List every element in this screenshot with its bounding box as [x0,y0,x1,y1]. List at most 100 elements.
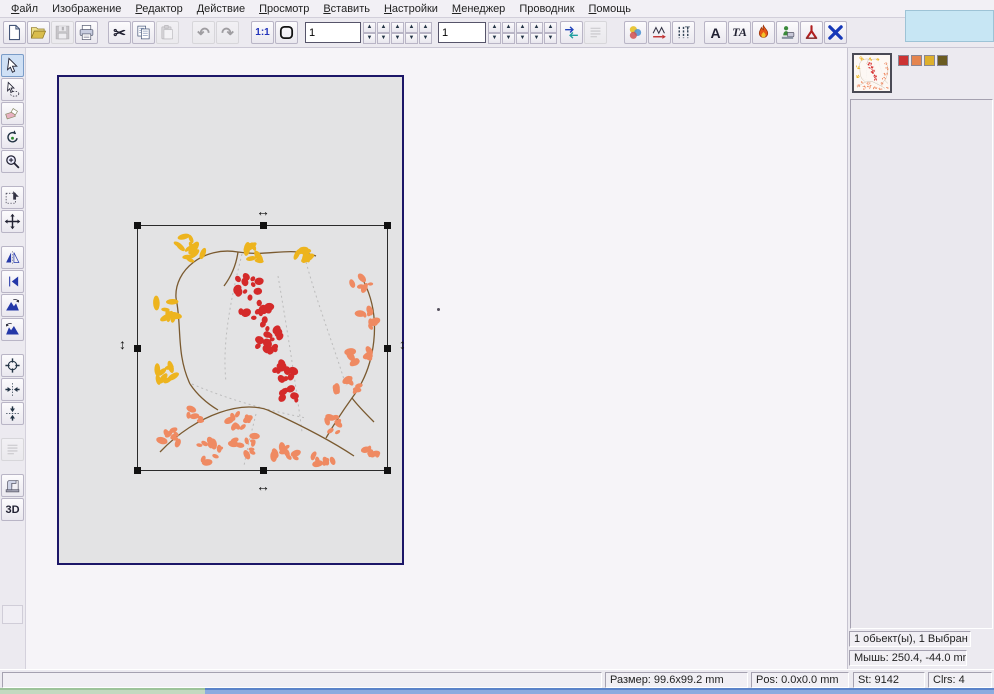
density-button[interactable] [672,21,695,44]
thread-color-3[interactable] [924,55,935,66]
hoop-button[interactable] [275,21,298,44]
repeat-x-input[interactable] [305,22,361,43]
stamp-tool-button[interactable] [776,21,799,44]
x-spin-up[interactable]: ▲ [377,22,390,33]
stitch-generator-icon [651,24,668,41]
x-spin-down[interactable]: ▼ [377,33,390,44]
x-spin-down[interactable]: ▼ [391,33,404,44]
stitch-generator-button[interactable] [648,21,671,44]
menu-помощь[interactable]: Помощь [582,2,639,16]
menu-проводник[interactable]: Проводник [512,2,581,16]
x-spin-down[interactable]: ▼ [363,33,376,44]
handle-nw[interactable] [134,222,141,229]
cut-button[interactable]: ✂ [108,21,131,44]
skew-right-button[interactable] [1,318,24,341]
y-spin-up[interactable]: ▲ [488,22,501,33]
design-thumbnail[interactable] [852,53,892,93]
menu-изображение[interactable]: Изображение [45,2,128,16]
x-spin-up[interactable]: ▲ [419,22,432,33]
skew-right-icon [4,321,21,338]
handle-n[interactable] [260,222,267,229]
x-spin-up[interactable]: ▲ [391,22,404,33]
y-spin-down[interactable]: ▼ [488,33,501,44]
move-button[interactable] [1,210,24,233]
menu-вставить[interactable]: Вставить [316,2,377,16]
zoom-in-button[interactable] [1,150,24,173]
thread-color-4[interactable] [937,55,948,66]
center-both-button[interactable] [1,354,24,377]
design-page: ↔ ↔ ↕ ↕ [57,75,404,565]
handle-e[interactable] [384,345,391,352]
y-spin-up[interactable]: ▲ [530,22,543,33]
work-canvas[interactable]: ↔ ↔ ↕ ↕ [26,48,847,670]
stretch-vertical-icon[interactable]: ↕ [119,338,126,350]
redo-button: ↷ [216,21,239,44]
handle-sw[interactable] [134,467,141,474]
status-colors: Clrs: 4 [928,672,992,688]
close-tool-button[interactable] [824,21,847,44]
y-spin-up[interactable]: ▲ [502,22,515,33]
y-spin-down[interactable]: ▼ [530,33,543,44]
menu-настройки[interactable]: Настройки [377,2,445,16]
redraw-icon [627,24,644,41]
paste-button [156,21,179,44]
center-vertical-button[interactable] [1,402,24,425]
thread-color-2[interactable] [911,55,922,66]
y-spin-up[interactable]: ▲ [544,22,557,33]
embroidery-editor-window: ФайлИзображениеРедакторДействиеПросмотрВ… [0,0,994,694]
y-spinners: ▲▼▲▼▲▼▲▼▲▼ [488,22,558,44]
menu-просмотр[interactable]: Просмотр [252,2,316,16]
thread-color-1[interactable] [898,55,909,66]
menu-действие[interactable]: Действие [190,2,252,16]
stretch-vertical-icon[interactable]: ↕ [399,338,406,350]
skew-left-button[interactable] [1,294,24,317]
print-button[interactable] [75,21,98,44]
menu-файл[interactable]: Файл [4,2,45,16]
menu-редактор[interactable]: Редактор [128,2,189,16]
stretch-horizontal-icon[interactable]: ↔ [256,480,270,492]
view-3d-button[interactable]: 3D [1,498,24,521]
monogram-tool-button[interactable]: TA [728,21,751,44]
properties-icon [4,441,21,458]
x-spin-up[interactable]: ▲ [405,22,418,33]
design-selection[interactable]: ↔ ↔ ↕ ↕ [137,225,388,471]
eraser-button[interactable] [1,102,24,125]
select-button[interactable] [1,54,24,77]
copy-button[interactable] [132,21,155,44]
x-spin-up[interactable]: ▲ [363,22,376,33]
handle-ne[interactable] [384,222,391,229]
open-button[interactable] [27,21,50,44]
close-tool-icon [827,24,844,41]
zoom-1to1-button[interactable]: 1:1 [251,21,274,44]
lasso-select-button[interactable] [1,78,24,101]
mirror-horizontal-button[interactable] [1,246,24,269]
swap-design-button[interactable] [560,21,583,44]
new-button[interactable] [3,21,26,44]
view-3d-icon: 3D [5,504,19,516]
transform-button[interactable] [1,186,24,209]
x-spin-down[interactable]: ▼ [419,33,432,44]
redraw-button[interactable] [624,21,647,44]
flame-tool-button[interactable] [752,21,775,44]
rotate-button[interactable] [1,126,24,149]
x-spin-down[interactable]: ▼ [405,33,418,44]
y-spin-down[interactable]: ▼ [544,33,557,44]
plugin-tool-button[interactable] [800,21,823,44]
y-spin-down[interactable]: ▼ [516,33,529,44]
lasso-select-icon [4,81,21,98]
object-list-area[interactable] [850,99,993,629]
y-spin-down[interactable]: ▼ [502,33,515,44]
copy-icon [135,24,152,41]
handle-w[interactable] [134,345,141,352]
mirror-vertical-button[interactable] [1,270,24,293]
center-horizontal-button[interactable] [1,378,24,401]
handle-s[interactable] [260,467,267,474]
sewing-simulator-button[interactable] [1,474,24,497]
stretch-horizontal-icon[interactable]: ↔ [256,205,270,217]
repeat-y-input[interactable] [438,22,486,43]
flame-tool-icon [755,24,772,41]
menu-менеджер[interactable]: Менеджер [445,2,512,16]
y-spin-up[interactable]: ▲ [516,22,529,33]
text-tool-button[interactable]: A [704,21,727,44]
handle-se[interactable] [384,467,391,474]
